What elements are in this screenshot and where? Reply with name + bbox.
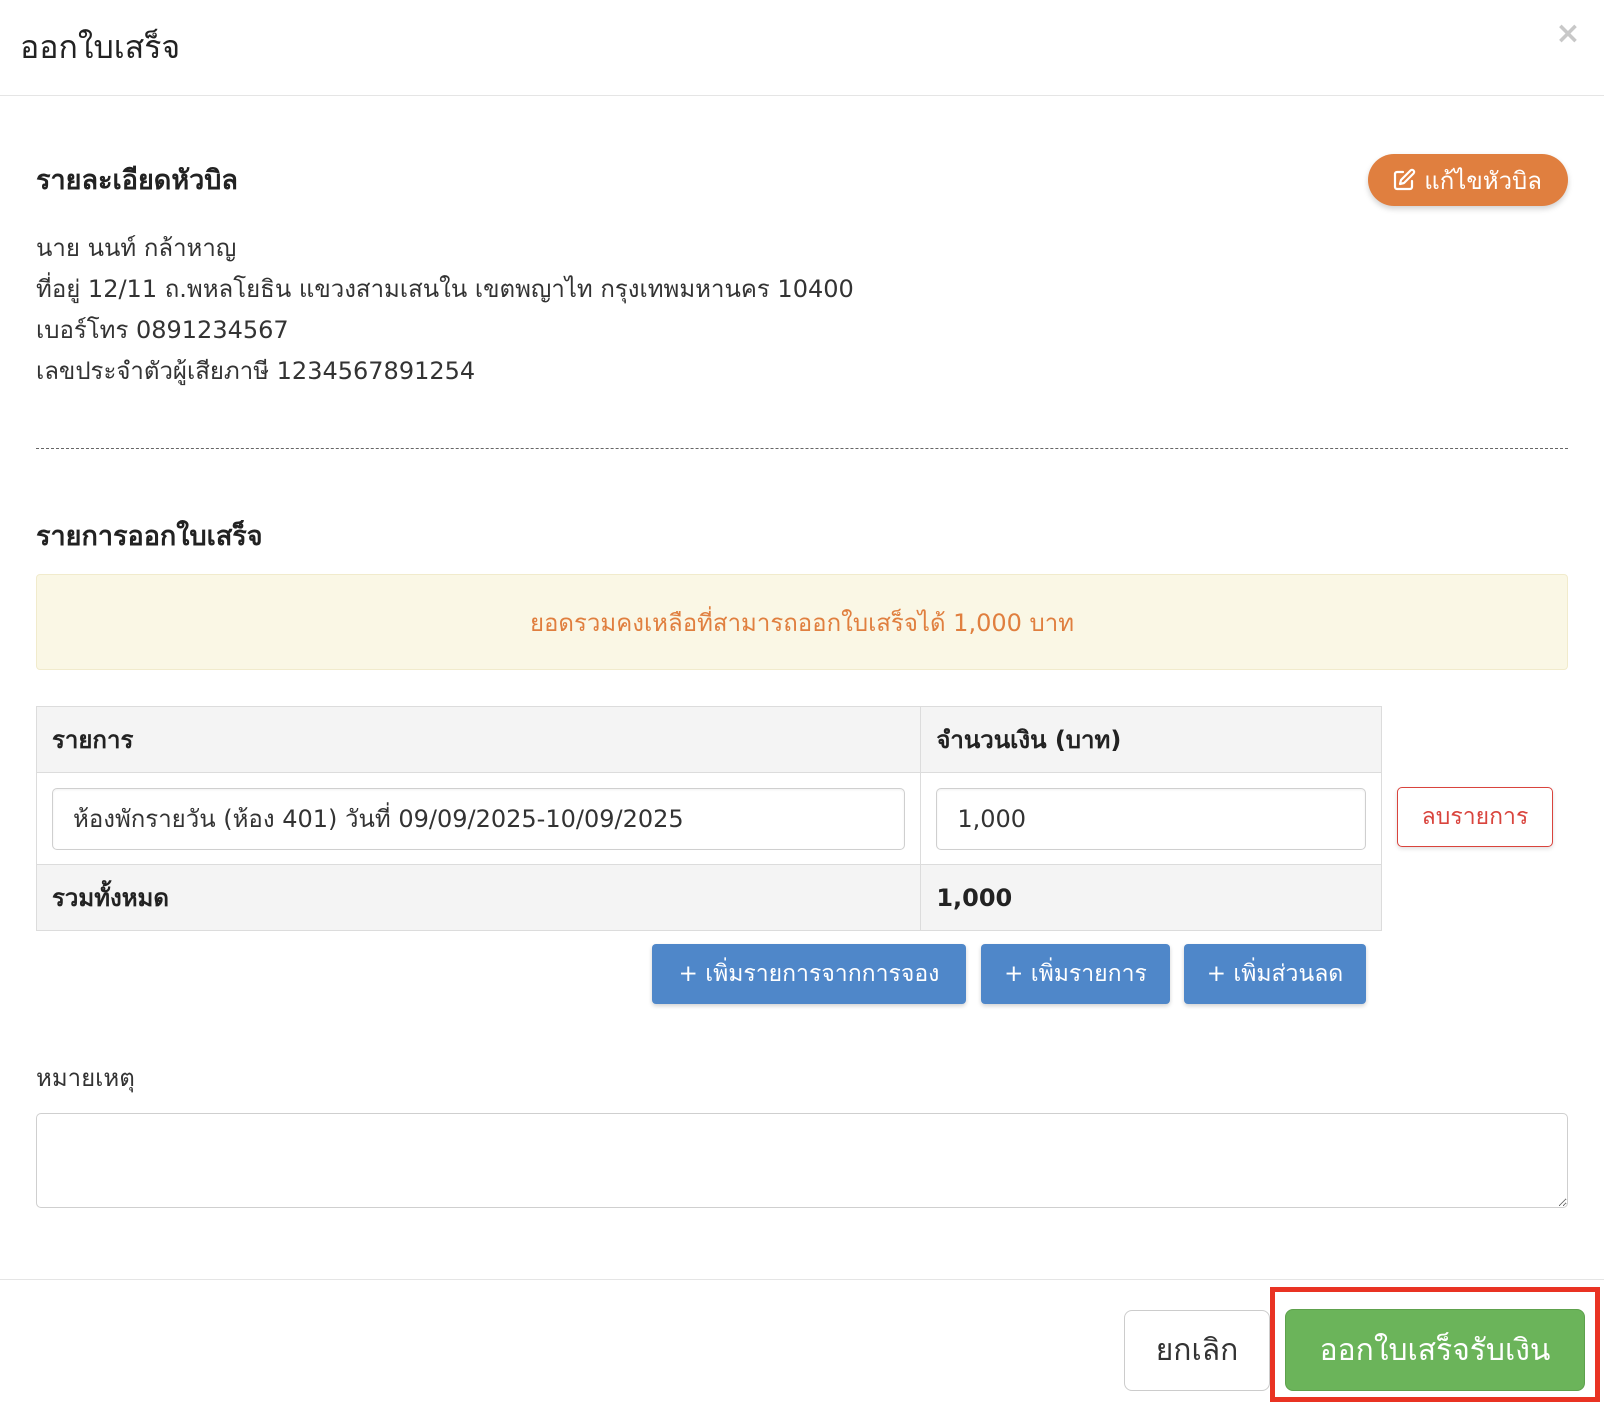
edit-bill-header-label: แก้ไขหัวบิล <box>1424 166 1542 195</box>
item-amount-cell <box>920 772 1382 865</box>
table-row <box>35 772 1382 865</box>
customer-address: ที่อยู่ 12/11 ถ.พหลโยธิน แขวงสามเสนใน เข… <box>36 275 854 303</box>
cancel-button[interactable]: ยกเลิก <box>1124 1310 1270 1391</box>
close-icon[interactable]: × <box>1552 18 1584 50</box>
customer-phone: เบอร์โทร 0891234567 <box>36 316 289 344</box>
modal-footer: ยกเลิก ออกใบเสร็จรับเงิน <box>0 1279 1604 1416</box>
remark-label: หมายเหตุ <box>36 1064 135 1092</box>
modal-title: ออกใบเสร็จ <box>20 28 181 66</box>
bill-header-title: รายละเอียดหัวบิล <box>36 165 238 196</box>
receipt-items-title: รายการออกใบเสร็จ <box>36 521 263 552</box>
table-header-row: รายการ จำนวนเงิน (บาท) <box>35 706 1382 773</box>
customer-details: นาย นนท์ กล้าหาญ ที่อยู่ 12/11 ถ.พหลโยธิ… <box>36 228 854 392</box>
section-divider <box>36 448 1568 449</box>
add-discount-button[interactable]: + เพิ่มส่วนลด <box>1184 944 1366 1004</box>
item-description-input[interactable] <box>52 787 906 850</box>
customer-name: นาย นนท์ กล้าหาญ <box>36 234 237 262</box>
total-value: 1,000 <box>920 864 1382 931</box>
item-description-cell <box>35 772 922 865</box>
edit-bill-header-button[interactable]: แก้ไขหัวบิล <box>1368 154 1568 206</box>
add-item-from-booking-button[interactable]: + เพิ่มรายการจากการจอง <box>652 944 966 1004</box>
receipt-items-table: รายการ จำนวนเงิน (บาท) รวมทั้งหมด 1,000 <box>35 706 1382 931</box>
customer-tax-id: เลขประจำตัวผู้เสียภาษี 1234567891254 <box>36 357 476 385</box>
remaining-balance-text: ยอดรวมคงเหลือที่สามารถออกใบเสร็จได้ 1,00… <box>529 608 1075 637</box>
modal-header: ออกใบเสร็จ × <box>0 0 1604 96</box>
total-label: รวมทั้งหมด <box>35 864 922 931</box>
issue-receipt-modal: ออกใบเสร็จ × รายละเอียดหัวบิล แก้ไขหัวบิ… <box>0 0 1604 1416</box>
remove-item-button[interactable]: ลบรายการ <box>1397 787 1553 847</box>
edit-icon <box>1394 168 1416 191</box>
remaining-balance-notice: ยอดรวมคงเหลือที่สามารถออกใบเสร็จได้ 1,00… <box>36 574 1568 670</box>
issue-receipt-button[interactable]: ออกใบเสร็จรับเงิน <box>1285 1309 1585 1391</box>
remark-textarea[interactable] <box>36 1113 1568 1208</box>
total-row: รวมทั้งหมด 1,000 <box>35 864 1382 931</box>
column-header-amount: จำนวนเงิน (บาท) <box>920 706 1382 773</box>
column-header-item: รายการ <box>35 706 922 773</box>
item-amount-input[interactable] <box>936 787 1366 850</box>
add-item-button[interactable]: + เพิ่มรายการ <box>981 944 1170 1004</box>
